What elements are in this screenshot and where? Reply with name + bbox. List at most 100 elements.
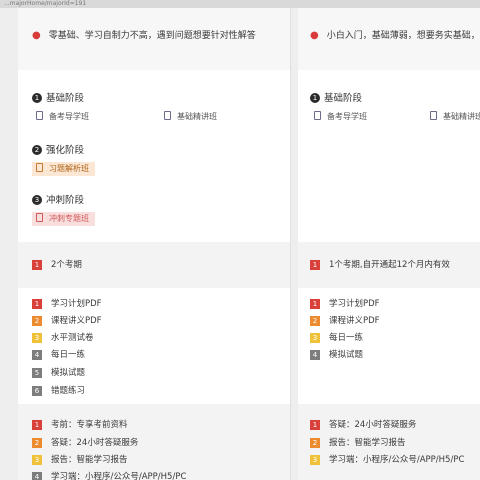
- address-bar[interactable]: ...majorHome/majorId=191: [0, 0, 480, 8]
- number-badge: 4: [32, 350, 42, 360]
- list-item: 3 每日一练: [310, 333, 363, 343]
- list-item: 4 每日一练: [32, 350, 85, 360]
- number-badge: 1: [32, 260, 42, 270]
- course-chip[interactable]: 基础精讲班: [426, 110, 480, 124]
- list-item-text: 答疑：24小时答疑服务: [51, 438, 139, 448]
- number-badge: 5: [32, 368, 42, 378]
- list-item: 1 学习计划PDF: [32, 299, 102, 309]
- number-badge: 4: [32, 472, 42, 480]
- list-item: 1 学习计划PDF: [310, 299, 380, 309]
- list-item-text: 报告：智能学习报告: [51, 455, 128, 465]
- services-section: 1 答疑：24小时答疑服务 2 报告：智能学习报告 3 学习端：小程序/公众号/APP…: [298, 404, 480, 480]
- number-badge: 1: [310, 420, 320, 430]
- list-item-text: 学习端：小程序/公众号/APP/H5/PC: [51, 472, 187, 480]
- list-item: 4 模拟试题: [310, 350, 363, 360]
- intro-line: ● 零基础、学习自制力不高，遇到问题想要针对性解答: [32, 28, 256, 41]
- stage-title-text: 强化阶段: [46, 145, 85, 156]
- course-label: 基础精讲班: [443, 112, 480, 121]
- list-item: 1 答疑：24小时答疑服务: [310, 420, 416, 430]
- list-item: 6 错题练习: [32, 386, 85, 396]
- number-badge: 3: [310, 333, 320, 343]
- number-badge: 3: [310, 455, 320, 465]
- stage-title: 3 冲刺阶段: [32, 192, 84, 206]
- list-item: 1 考前：专享考前资料: [32, 420, 128, 430]
- list-item: 2 课程讲义PDF: [310, 316, 380, 326]
- number-badge: 1: [310, 260, 320, 270]
- list-item: 2 课程讲义PDF: [32, 316, 102, 326]
- list-item-text: 每日一练: [51, 350, 86, 360]
- course-chip[interactable]: 基础精讲班: [160, 110, 223, 124]
- course-chip[interactable]: 习题解析班: [32, 162, 95, 176]
- stage-title: 1 基础阶段: [310, 90, 362, 104]
- list-item-text: 模拟试题: [329, 350, 364, 360]
- course-chip[interactable]: 备考导学班: [32, 110, 95, 124]
- bullet-dot-icon: ●: [32, 30, 41, 41]
- list-item-text: 学习计划PDF: [329, 299, 380, 309]
- list-item: 3 水平测试卷: [32, 333, 94, 343]
- stage-title-text: 冲刺阶段: [46, 195, 85, 206]
- plan-column-right: ●小白入门，基础薄弱，想要务实基础，自学能 1基础阶段 备考导学班 基础精讲班 …: [298, 8, 480, 480]
- list-item-text: 每日一练: [329, 333, 364, 343]
- book-icon: [36, 163, 43, 172]
- list-item-text: 报告：智能学习报告: [329, 438, 406, 448]
- list-item: 2 答疑：24小时答疑服务: [32, 438, 138, 448]
- intro-line: ● 小白入门，基础薄弱，想要务实基础，自学能: [310, 28, 480, 41]
- list-item-text: 错题练习: [51, 386, 86, 396]
- book-icon: [36, 213, 43, 222]
- list-item: 4 学习端：小程序/公众号/APP/H5/PC: [32, 472, 186, 480]
- stage-number-icon: 1: [32, 93, 42, 103]
- list-item: 1 2个考期: [32, 260, 82, 270]
- materials-section: 1 学习计划PDF 2 课程讲义PDF 3 每日一练 4 模拟试题: [298, 288, 480, 404]
- course-label: 冲刺专题班: [49, 214, 89, 223]
- book-icon: [164, 111, 171, 120]
- list-item-text: 考前：专享考前资料: [51, 420, 128, 430]
- list-item-text: 课程讲义PDF: [329, 316, 380, 326]
- book-icon: [314, 111, 321, 120]
- book-icon: [430, 111, 437, 120]
- materials-section: 1 学习计划PDF 2 课程讲义PDF 3 水平测试卷 4 每日一练 5 模拟试题 6 错题…: [18, 288, 290, 404]
- course-chip[interactable]: 冲刺专题班: [32, 212, 95, 226]
- list-item-text: 课程讲义PDF: [51, 316, 102, 326]
- stage-title: 1 基础阶段: [32, 90, 84, 104]
- intro-section: ● 零基础、学习自制力不高，遇到问题想要针对性解答: [18, 8, 290, 70]
- number-badge: 2: [310, 438, 320, 448]
- list-item-text: 答疑：24小时答疑服务: [329, 420, 417, 430]
- number-badge: 1: [32, 420, 42, 430]
- intro-section: ● 小白入门，基础薄弱，想要务实基础，自学能: [298, 8, 480, 70]
- number-badge: 2: [32, 438, 42, 448]
- number-badge: 3: [32, 455, 42, 465]
- number-badge: 3: [32, 333, 42, 343]
- intro-text: 小白入门，基础薄弱，想要务实基础，自学能: [326, 31, 480, 41]
- stages-section: 1 基础阶段 备考导学班 基础精讲班 2 强化阶段 习题解析班 3 冲刺阶段 冲刺专题…: [18, 70, 290, 242]
- list-item-text: 1个考期,自开通起12个月内有效: [329, 260, 450, 270]
- course-label: 基础精讲班: [177, 112, 217, 121]
- list-item-text: 学习计划PDF: [51, 299, 102, 309]
- bullet-dot-icon: ●: [310, 30, 319, 41]
- list-item: 5 模拟试题: [32, 368, 85, 378]
- course-label: 备考导学班: [327, 112, 367, 121]
- course-label: 备考导学班: [49, 112, 89, 121]
- list-item: 3 报告：智能学习报告: [32, 455, 128, 465]
- book-icon: [36, 111, 43, 120]
- number-badge: 4: [310, 350, 320, 360]
- stage-number-icon: 3: [32, 195, 42, 205]
- number-badge: 1: [32, 299, 42, 309]
- course-chip[interactable]: 备考导学班: [310, 110, 373, 124]
- exam-period-section: 1 2个考期: [18, 242, 290, 288]
- plan-column-left: ● 零基础、学习自制力不高，遇到问题想要针对性解答 1 基础阶段 备考导学班 基础精…: [18, 8, 291, 480]
- course-label: 习题解析班: [49, 164, 89, 173]
- stages-section: 1 基础阶段 备考导学班 基础精讲班: [298, 70, 480, 242]
- services-section: 1 考前：专享考前资料 2 答疑：24小时答疑服务 3 报告：智能学习报告 4 学习端：…: [18, 404, 290, 480]
- list-item-text: 2个考期: [51, 260, 82, 270]
- intro-text: 零基础、学习自制力不高，遇到问题想要针对性解答: [48, 31, 256, 41]
- list-item-text: 水平测试卷: [51, 333, 94, 343]
- stage-number-icon: 2: [32, 145, 42, 155]
- stage-title: 2 强化阶段: [32, 142, 84, 156]
- number-badge: 2: [32, 316, 42, 326]
- number-badge: 6: [32, 386, 42, 396]
- stage-title-text: 基础阶段: [46, 93, 85, 104]
- list-item: 3 学习端：小程序/公众号/APP/H5/PC: [310, 455, 464, 465]
- list-item: 1 1个考期,自开通起12个月内有效: [310, 260, 450, 270]
- list-item: 2 报告：智能学习报告: [310, 438, 406, 448]
- list-item-text: 模拟试题: [51, 368, 86, 378]
